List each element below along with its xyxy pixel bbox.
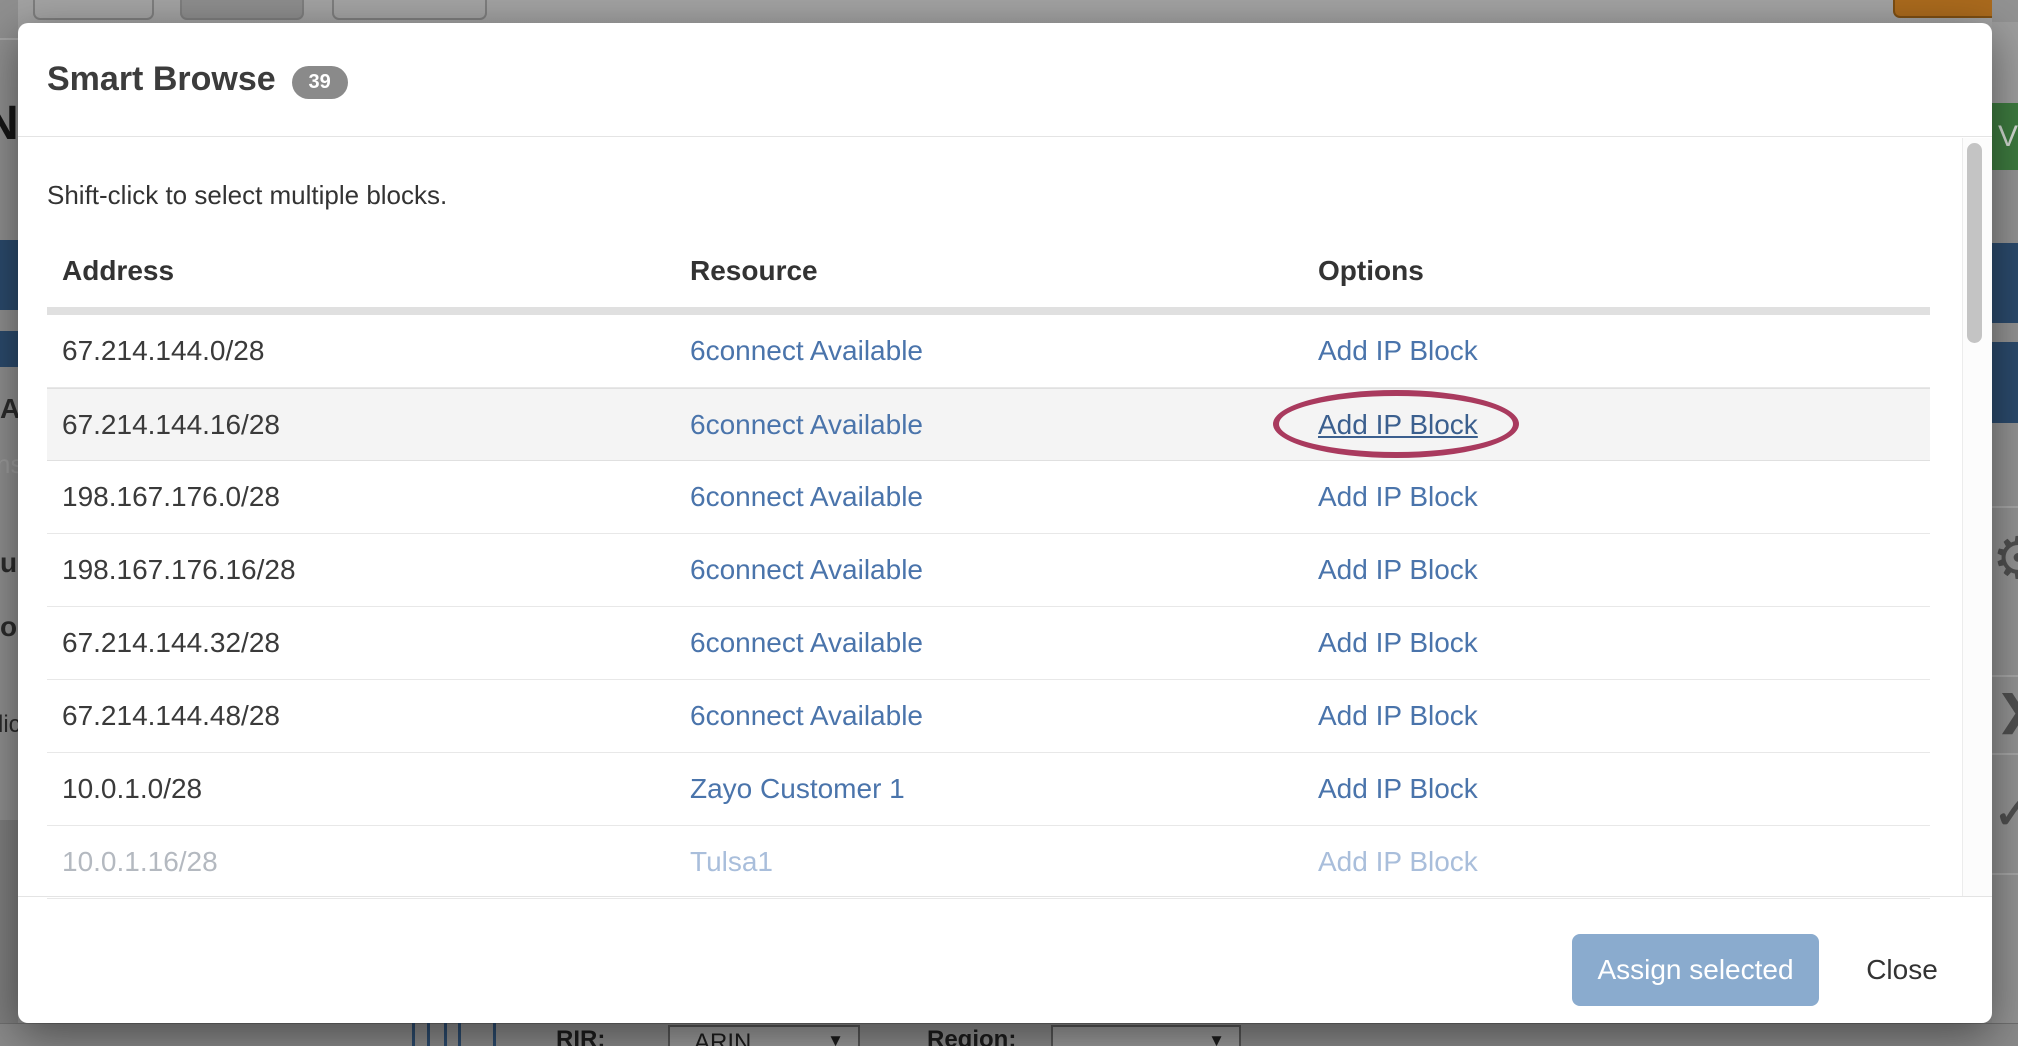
close-button[interactable]: Close bbox=[1844, 934, 1960, 1006]
background-block bbox=[1992, 22, 2018, 103]
add-ip-block-link[interactable]: Add IP Block bbox=[1318, 773, 1478, 805]
background-text-fragment: u bbox=[0, 547, 17, 579]
address-cell: 10.0.1.0/28 bbox=[62, 773, 202, 805]
table-row[interactable]: 67.214.144.0/28 6connect Available Add I… bbox=[47, 315, 1930, 388]
address-cell: 67.214.144.16/28 bbox=[62, 409, 280, 441]
rir-select-value: ARIN bbox=[694, 1029, 751, 1046]
scrollbar-thumb[interactable] bbox=[1967, 143, 1982, 343]
table-row[interactable]: 67.214.144.48/28 6connect Available Add … bbox=[47, 680, 1930, 753]
table-row[interactable]: 67.214.144.16/28 6connect Available Add … bbox=[47, 388, 1930, 461]
divider bbox=[0, 38, 18, 40]
table-header-divider bbox=[47, 307, 1930, 315]
add-ip-block-link[interactable]: Add IP Block bbox=[1318, 700, 1478, 732]
column-header-options: Options bbox=[1318, 255, 1424, 287]
dropdown-arrow-icon: ▼ bbox=[1208, 1031, 1225, 1046]
table-row[interactable]: 198.167.176.0/28 6connect Available Add … bbox=[47, 461, 1930, 534]
background-orange-button[interactable] bbox=[1893, 0, 1999, 18]
region-select[interactable]: ▼ bbox=[1051, 1025, 1241, 1046]
background-button[interactable] bbox=[332, 0, 487, 20]
address-cell: 198.167.176.0/28 bbox=[62, 481, 280, 513]
background-text-fragment: o bbox=[0, 611, 17, 643]
table-border bbox=[412, 1023, 415, 1046]
background-green-button[interactable]: V bbox=[1992, 103, 2018, 170]
address-cell: 67.214.144.32/28 bbox=[62, 627, 280, 659]
divider bbox=[1992, 675, 2018, 677]
rir-select[interactable]: ARIN ▼ bbox=[668, 1025, 860, 1046]
column-header-address: Address bbox=[62, 255, 174, 287]
resource-link[interactable]: 6connect Available bbox=[690, 700, 923, 732]
modal-header: Smart Browse 39 bbox=[18, 23, 1992, 137]
add-ip-block-link[interactable]: Add IP Block bbox=[1318, 335, 1478, 367]
modal-title: Smart Browse bbox=[47, 60, 276, 99]
resource-link[interactable]: Zayo Customer 1 bbox=[690, 773, 905, 805]
add-ip-block-link[interactable]: Add IP Block bbox=[1318, 554, 1478, 586]
screen: N A ns u o lic V ⚙ ❯ ✓ RIR: ARIN ▼ Regio… bbox=[0, 0, 2018, 1046]
hint-text: Shift-click to select multiple blocks. bbox=[47, 180, 447, 211]
background-button[interactable] bbox=[180, 0, 304, 20]
resource-link[interactable]: Tulsa1 bbox=[690, 846, 773, 878]
add-ip-block-link[interactable]: Add IP Block bbox=[1318, 409, 1478, 441]
table-row[interactable]: 10.0.1.16/28 Tulsa1 Add IP Block bbox=[47, 826, 1930, 899]
divider bbox=[1992, 873, 2018, 875]
resource-link[interactable]: 6connect Available bbox=[690, 554, 923, 586]
address-cell: 198.167.176.16/28 bbox=[62, 554, 296, 586]
check-icon[interactable]: ✓ bbox=[1994, 788, 2018, 839]
background-dark-block bbox=[0, 820, 18, 1023]
table-body: 67.214.144.0/28 6connect Available Add I… bbox=[47, 315, 1930, 899]
resource-link[interactable]: 6connect Available bbox=[690, 335, 923, 367]
background-navy-block bbox=[0, 240, 18, 310]
resource-link[interactable]: 6connect Available bbox=[690, 409, 923, 441]
address-cell: 67.214.144.48/28 bbox=[62, 700, 280, 732]
add-ip-block-link[interactable]: Add IP Block bbox=[1318, 627, 1478, 659]
gear-icon[interactable]: ⚙ bbox=[1992, 524, 2018, 592]
background-navy-block bbox=[1992, 342, 2018, 423]
count-badge: 39 bbox=[292, 66, 348, 99]
table-row[interactable]: 198.167.176.16/28 6connect Available Add… bbox=[47, 534, 1930, 607]
divider bbox=[1992, 506, 2018, 508]
table-border bbox=[493, 1023, 496, 1046]
dropdown-arrow-icon: ▼ bbox=[827, 1031, 844, 1046]
divider bbox=[1992, 753, 2018, 755]
chevron-right-icon[interactable]: ❯ bbox=[1997, 688, 2018, 734]
table-border bbox=[444, 1023, 447, 1046]
column-header-resource: Resource bbox=[690, 255, 818, 287]
background-navy-block bbox=[0, 331, 18, 367]
address-cell: 10.0.1.16/28 bbox=[62, 846, 218, 878]
resource-link[interactable]: 6connect Available bbox=[690, 627, 923, 659]
background-text-fragment: N bbox=[0, 96, 19, 151]
add-ip-block-link[interactable]: Add IP Block bbox=[1318, 481, 1478, 513]
add-ip-block-link[interactable]: Add IP Block bbox=[1318, 846, 1478, 878]
background-button[interactable] bbox=[33, 0, 154, 20]
resource-link[interactable]: 6connect Available bbox=[690, 481, 923, 513]
table-row[interactable]: 67.214.144.32/28 6connect Available Add … bbox=[47, 607, 1930, 680]
table-border bbox=[458, 1023, 461, 1046]
address-cell: 67.214.144.0/28 bbox=[62, 335, 264, 367]
assign-selected-button[interactable]: Assign selected bbox=[1572, 934, 1819, 1006]
modal-footer: Assign selected Close bbox=[18, 896, 1992, 1024]
table-border bbox=[427, 1023, 430, 1046]
table-row[interactable]: 10.0.1.0/28 Zayo Customer 1 Add IP Block bbox=[47, 753, 1930, 826]
rir-label: RIR: bbox=[556, 1026, 605, 1046]
smart-browse-modal: Smart Browse 39 Shift-click to select mu… bbox=[18, 23, 1992, 1023]
region-label: Region: bbox=[927, 1026, 1016, 1046]
background-navy-block bbox=[1992, 243, 2018, 323]
